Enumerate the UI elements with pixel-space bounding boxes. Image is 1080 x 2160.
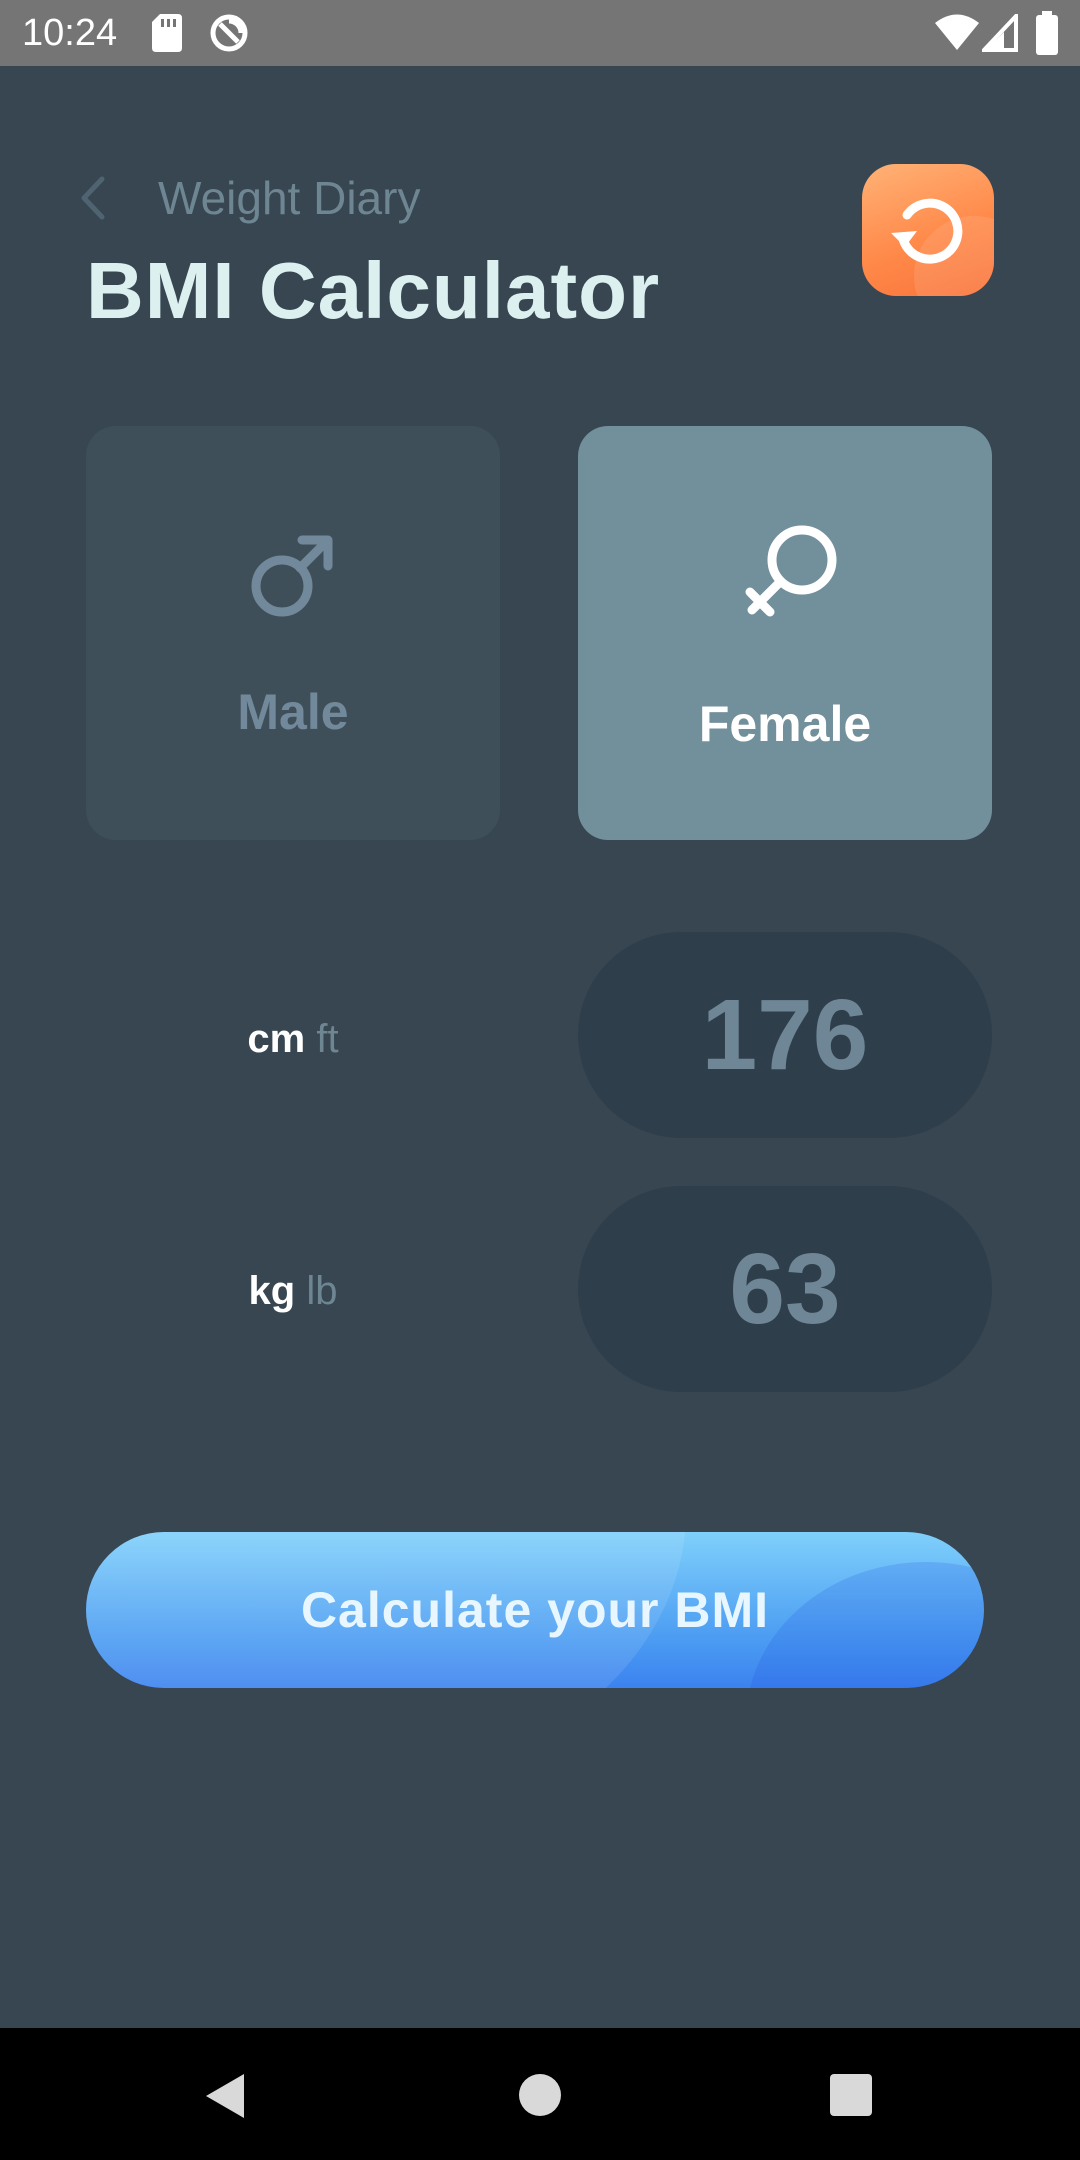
nav-back-icon[interactable] xyxy=(204,2072,246,2120)
weight-unit-toggle[interactable]: kg lb xyxy=(86,1266,500,1316)
sd-card-icon xyxy=(152,14,182,52)
page-title: BMI Calculator xyxy=(86,246,660,336)
gender-card-female[interactable] xyxy=(578,426,992,840)
gender-card-male[interactable] xyxy=(86,426,500,840)
button-wave-decoration xyxy=(746,1562,984,1688)
female-icon xyxy=(745,525,837,617)
page-title-bold: BMI xyxy=(86,246,236,335)
weight-unit-lb[interactable]: lb xyxy=(295,1269,337,1313)
sync-icon xyxy=(210,14,248,52)
height-value: 176 xyxy=(701,978,869,1091)
calculate-bmi-button[interactable]: Calculate your BMI xyxy=(86,1532,984,1688)
reset-icon xyxy=(891,198,963,264)
page-title-rest: Calculator xyxy=(235,246,661,335)
height-value-field[interactable]: 176 xyxy=(578,932,992,1138)
back-label[interactable]: Weight Diary xyxy=(158,170,420,226)
height-unit-ft[interactable]: ft xyxy=(305,1017,338,1061)
weight-unit-kg[interactable]: kg xyxy=(249,1269,296,1313)
calculate-bmi-label: Calculate your BMI xyxy=(300,1582,770,1638)
signal-icon xyxy=(982,14,1018,52)
wifi-icon xyxy=(935,14,979,50)
system-nav-bar xyxy=(0,2028,1080,2160)
status-time: 10:24 xyxy=(22,12,118,54)
status-bar: 10:24 xyxy=(0,0,1080,66)
weight-value-field[interactable]: 63 xyxy=(578,1186,992,1392)
gender-label-female: Female xyxy=(698,696,872,752)
nav-home-icon[interactable] xyxy=(519,2074,561,2116)
nav-recents-icon[interactable] xyxy=(830,2074,872,2116)
height-unit-cm[interactable]: cm xyxy=(247,1017,305,1061)
height-unit-toggle[interactable]: cm ft xyxy=(86,1014,500,1064)
gender-label-male: Male xyxy=(237,684,349,740)
chevron-left-icon xyxy=(81,176,105,220)
weight-value: 63 xyxy=(729,1232,841,1345)
reset-button[interactable] xyxy=(862,164,994,296)
bmi-calculator-screen: 10:24 Weight Diary BMI Calculator Male F… xyxy=(0,0,1080,2160)
battery-icon xyxy=(1036,11,1058,55)
back-button[interactable] xyxy=(78,172,118,224)
male-icon xyxy=(251,535,333,617)
